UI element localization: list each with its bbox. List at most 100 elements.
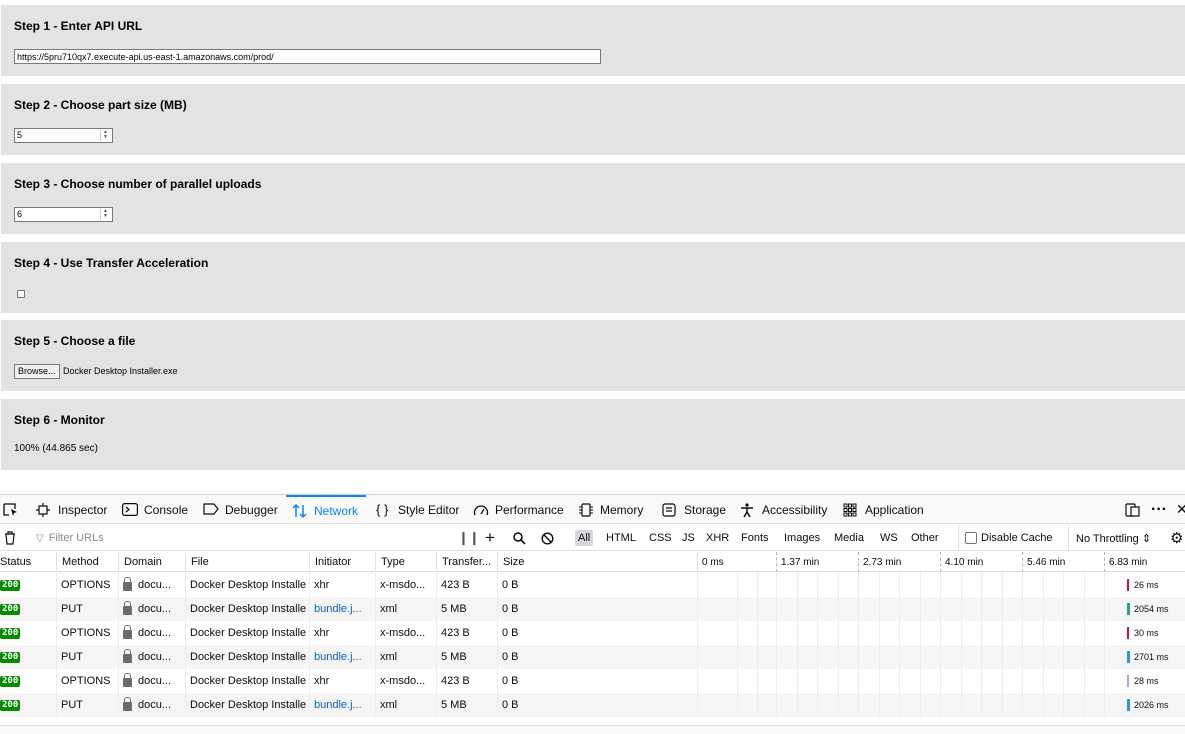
grid-line bbox=[920, 669, 921, 693]
table-row[interactable]: 200 OPTIONS docu... Docker Desktop Installe… bbox=[0, 669, 1185, 693]
filter-other[interactable]: Other bbox=[908, 530, 942, 546]
grid-line bbox=[961, 645, 962, 669]
filter-xhr[interactable]: XHR bbox=[703, 530, 732, 546]
disable-cache-toggle[interactable]: Disable Cache bbox=[958, 525, 1053, 551]
grid-line bbox=[757, 621, 758, 645]
lock-icon bbox=[123, 601, 132, 615]
grid-line bbox=[817, 669, 818, 693]
table-row[interactable]: 200 PUT docu... Docker Desktop Installe bund… bbox=[0, 597, 1185, 621]
grid-line bbox=[940, 645, 941, 669]
grid-line bbox=[920, 621, 921, 645]
grid-line bbox=[879, 669, 880, 693]
spinner-arrows-icon[interactable]: ▲ ▼ bbox=[100, 209, 110, 220]
table-row[interactable]: 200 PUT docu... Docker Desktop Installe bund… bbox=[0, 693, 1185, 717]
tab-style-editor[interactable]: { } Style Editor bbox=[376, 495, 459, 524]
grid-line bbox=[497, 573, 498, 597]
close-icon[interactable]: ✕ bbox=[1176, 495, 1185, 524]
filter-ws[interactable]: WS bbox=[877, 530, 901, 546]
braces-icon: { } bbox=[376, 501, 389, 517]
throttling-select[interactable]: No Throttling ⇕ bbox=[1068, 525, 1151, 551]
request-type: xml bbox=[380, 603, 398, 615]
grid-line bbox=[1063, 645, 1064, 669]
settings-gear-icon[interactable]: ⚙ bbox=[1170, 525, 1183, 551]
grid-line bbox=[309, 621, 310, 645]
tab-storage[interactable]: Storage bbox=[662, 495, 726, 524]
grid-line bbox=[1084, 693, 1085, 717]
col-transferred[interactable]: Transfer... bbox=[436, 552, 497, 572]
debugger-icon bbox=[203, 502, 219, 517]
grid-line bbox=[899, 597, 900, 621]
trash-icon[interactable] bbox=[4, 525, 16, 551]
console-icon bbox=[122, 502, 139, 517]
grid-line bbox=[737, 693, 738, 717]
request-domain: docu... bbox=[138, 675, 172, 687]
table-row[interactable]: 200 OPTIONS docu... Docker Desktop Installe… bbox=[0, 621, 1185, 645]
col-method[interactable]: Method bbox=[56, 552, 118, 572]
col-domain[interactable]: Domain bbox=[118, 552, 185, 572]
responsive-design-icon[interactable] bbox=[1125, 495, 1141, 524]
tab-console[interactable]: Console bbox=[122, 495, 188, 524]
filter-css[interactable]: CSS bbox=[646, 530, 675, 546]
filter-fonts[interactable]: Fonts bbox=[738, 530, 772, 546]
grid-line bbox=[1002, 597, 1003, 621]
grid-line bbox=[1104, 597, 1105, 621]
grid-line bbox=[757, 573, 758, 597]
grid-line bbox=[118, 621, 119, 645]
tab-network[interactable]: Network bbox=[286, 495, 367, 524]
grid-line bbox=[797, 645, 798, 669]
filter-media[interactable]: Media bbox=[831, 530, 867, 546]
grid-line bbox=[375, 573, 376, 597]
tab-inspector[interactable]: Inspector bbox=[36, 495, 107, 524]
grid-line bbox=[981, 693, 982, 717]
grid-line bbox=[118, 693, 119, 717]
api-url-input[interactable] bbox=[14, 49, 601, 64]
col-type[interactable]: Type bbox=[375, 552, 436, 572]
transfer-acceleration-checkbox[interactable] bbox=[17, 290, 25, 298]
tab-accessibility[interactable]: Accessibility bbox=[740, 495, 827, 524]
col-status[interactable]: Status bbox=[0, 552, 56, 572]
table-cell: 200 bbox=[0, 669, 56, 693]
table-row[interactable]: 200 OPTIONS docu... Docker Desktop Installe… bbox=[0, 573, 1185, 597]
plus-icon[interactable]: + bbox=[485, 525, 495, 551]
col-file[interactable]: File bbox=[185, 552, 309, 572]
part-size-input[interactable]: 5 ▲ ▼ bbox=[14, 128, 113, 143]
grid-line bbox=[1002, 645, 1003, 669]
col-size[interactable]: Size bbox=[497, 552, 697, 572]
request-type: x-msdo... bbox=[380, 627, 426, 639]
tab-performance[interactable]: Performance bbox=[473, 495, 564, 524]
grid-line bbox=[1043, 645, 1044, 669]
grid-line bbox=[1002, 669, 1003, 693]
grid-line bbox=[56, 645, 57, 669]
browse-button[interactable]: Browse... bbox=[14, 364, 60, 379]
table-row[interactable]: 200 PUT docu... Docker Desktop Installe bund… bbox=[0, 645, 1185, 669]
pause-icon[interactable]: ❙❙ bbox=[458, 525, 480, 551]
search-icon[interactable] bbox=[513, 525, 526, 551]
grid-line bbox=[436, 621, 437, 645]
grid-line bbox=[1084, 621, 1085, 645]
upload-progress-text: 100% (44.865 sec) bbox=[14, 443, 98, 454]
element-picker-icon[interactable] bbox=[3, 495, 19, 524]
more-options-icon[interactable]: ··· bbox=[1151, 495, 1167, 524]
disable-cache-checkbox[interactable] bbox=[965, 532, 977, 544]
filter-js[interactable]: JS bbox=[679, 530, 698, 546]
step-3-panel: Step 3 - Choose number of parallel uploa… bbox=[1, 163, 1185, 234]
filter-images[interactable]: Images bbox=[781, 530, 823, 546]
tab-application[interactable]: Application bbox=[843, 495, 924, 524]
grid-line bbox=[697, 669, 698, 693]
grid-line bbox=[118, 597, 119, 621]
filter-all[interactable]: All bbox=[575, 530, 594, 546]
spinner-arrows-icon[interactable]: ▲ ▼ bbox=[100, 130, 110, 141]
tab-debugger[interactable]: Debugger bbox=[203, 495, 278, 524]
request-initiator: xhr bbox=[314, 675, 330, 687]
grid-line bbox=[757, 597, 758, 621]
filter-urls-field[interactable]: ▽ Filter URLs bbox=[36, 525, 104, 551]
parallel-uploads-input[interactable]: 6 ▲ ▼ bbox=[14, 207, 113, 222]
step-6-title: Step 6 - Monitor bbox=[14, 413, 105, 427]
grid-line bbox=[838, 621, 839, 645]
devtools-panel: Inspector Console Debugger Network { } S… bbox=[0, 494, 1185, 734]
request-method: OPTIONS bbox=[61, 627, 111, 639]
filter-html[interactable]: HTML bbox=[603, 530, 639, 546]
col-initiator[interactable]: Initiator bbox=[309, 552, 375, 572]
block-icon[interactable] bbox=[541, 525, 554, 551]
tab-memory[interactable]: Memory bbox=[578, 495, 643, 524]
